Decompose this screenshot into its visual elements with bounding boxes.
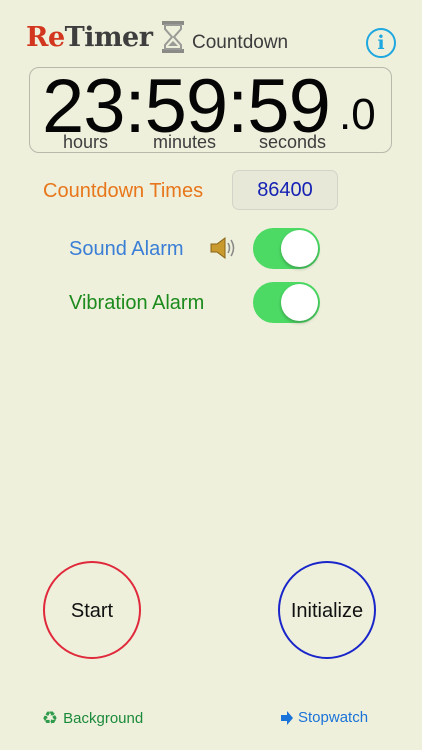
mode-label: Countdown bbox=[192, 32, 289, 53]
header: ReTimer Countdown i bbox=[0, 21, 422, 62]
background-link[interactable]: ♻ Background bbox=[42, 709, 143, 727]
stopwatch-label: Stopwatch bbox=[298, 709, 369, 726]
background-label: Background bbox=[63, 709, 144, 727]
initialize-button[interactable]: Initialize bbox=[278, 561, 376, 659]
sound-alarm-label: Sound Alarm bbox=[69, 238, 184, 260]
info-icon: i bbox=[377, 32, 385, 54]
logo-timer: Timer bbox=[64, 22, 153, 53]
stopwatch-link[interactable]: Stopwatch bbox=[281, 709, 368, 726]
countdown-times-label: Countdown Times bbox=[43, 180, 204, 202]
recycle-icon: ♻ bbox=[42, 708, 59, 728]
vibration-alarm-toggle[interactable] bbox=[253, 282, 320, 323]
sound-alarm-toggle[interactable] bbox=[253, 228, 320, 269]
unit-hours-label: hours bbox=[63, 132, 109, 152]
vibration-alarm-label: Vibration Alarm bbox=[69, 292, 205, 314]
app-logo: ReTimer bbox=[26, 22, 153, 53]
timer-display: 23:59:59 .0 hours minutes seconds bbox=[29, 67, 392, 153]
toggle-knob bbox=[281, 284, 318, 321]
speaker-icon bbox=[210, 237, 235, 259]
start-button[interactable]: Start bbox=[43, 561, 141, 659]
arrow-right-icon bbox=[281, 710, 293, 725]
hourglass-icon bbox=[162, 21, 184, 53]
countdown-times-input[interactable]: 86400 bbox=[232, 170, 338, 210]
unit-seconds-label: seconds bbox=[259, 132, 327, 152]
logo-re: Re bbox=[26, 22, 65, 53]
time-tenths: .0 bbox=[339, 90, 376, 139]
unit-minutes-label: minutes bbox=[153, 132, 217, 152]
info-button[interactable]: i bbox=[366, 28, 396, 58]
toggle-knob bbox=[281, 230, 318, 267]
